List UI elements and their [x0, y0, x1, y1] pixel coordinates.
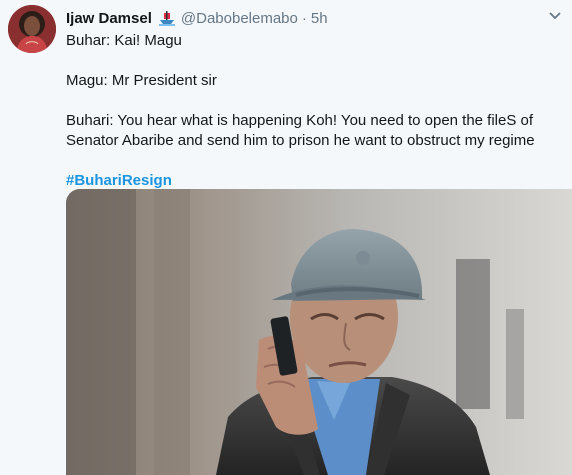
- tweet-line: Senator Abaribe and send him to prison h…: [66, 132, 535, 149]
- boat-emoji-icon: [158, 10, 176, 26]
- tweet-line: [66, 91, 561, 111]
- avatar[interactable]: [8, 5, 56, 53]
- tweet-text: Buhar: Kai! Magu Magu: Mr President sir …: [66, 31, 561, 191]
- chevron-down-icon[interactable]: [547, 9, 563, 23]
- hashtag-link[interactable]: #BuhariResign: [66, 171, 561, 191]
- tweet-line: Magu: Mr President sir: [66, 72, 217, 89]
- author-name[interactable]: Ijaw Damsel: [66, 10, 152, 27]
- author-handle[interactable]: @Dabobelemabo: [181, 10, 298, 27]
- tweet-line: [66, 51, 561, 71]
- separator-dot: ·: [301, 9, 307, 27]
- tweet-line: Buhari: You hear what is happening Koh! …: [66, 112, 534, 129]
- timestamp[interactable]: 5h: [311, 10, 328, 27]
- tweet[interactable]: Ijaw Damsel @Dabobelemabo · 5h Buhar: Ka…: [0, 0, 572, 475]
- tweet-line: [66, 151, 561, 171]
- tweet-header: Ijaw Damsel @Dabobelemabo · 5h: [66, 8, 328, 28]
- tweet-line: Buhar: Kai! Magu: [66, 32, 182, 49]
- tweet-photo[interactable]: [66, 189, 572, 475]
